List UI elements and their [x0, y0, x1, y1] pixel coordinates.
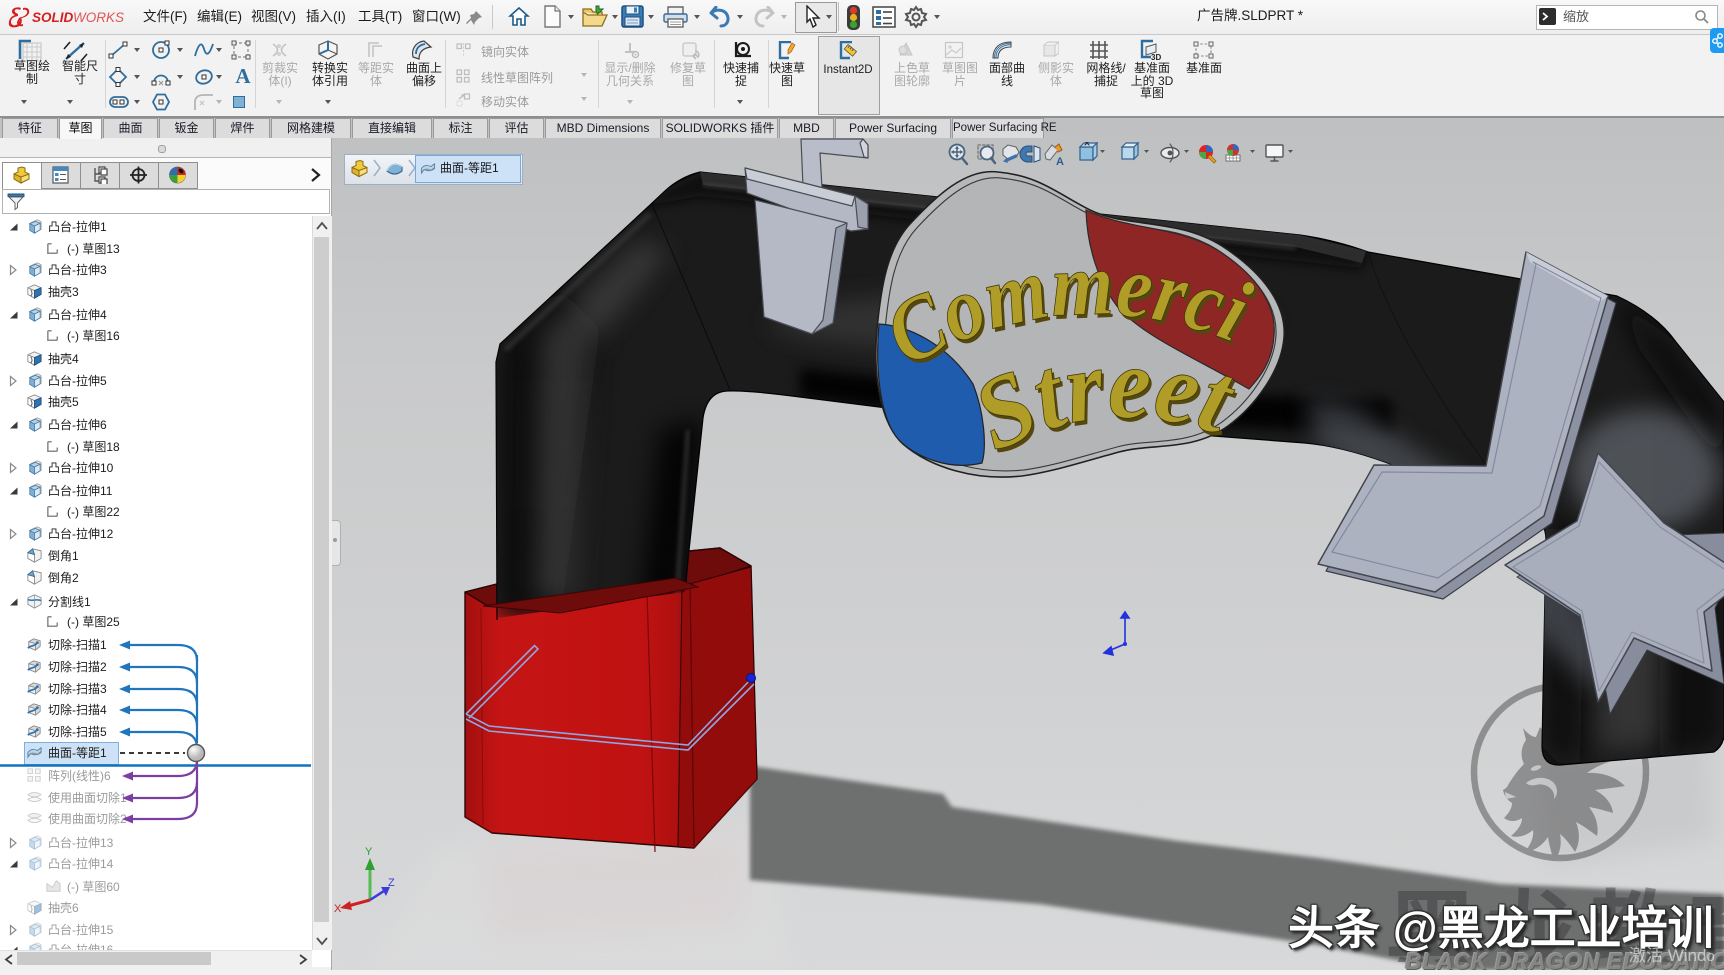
svg-text:SOLID: SOLID: [32, 10, 74, 25]
svg-text:3D: 3D: [1151, 53, 1161, 61]
svg-text:A: A: [1056, 156, 1064, 168]
svg-text:X: X: [334, 903, 342, 915]
svg-text:Z: Z: [388, 877, 395, 889]
svg-text:Y: Y: [365, 846, 373, 858]
svg-text:WORKS: WORKS: [73, 10, 124, 25]
